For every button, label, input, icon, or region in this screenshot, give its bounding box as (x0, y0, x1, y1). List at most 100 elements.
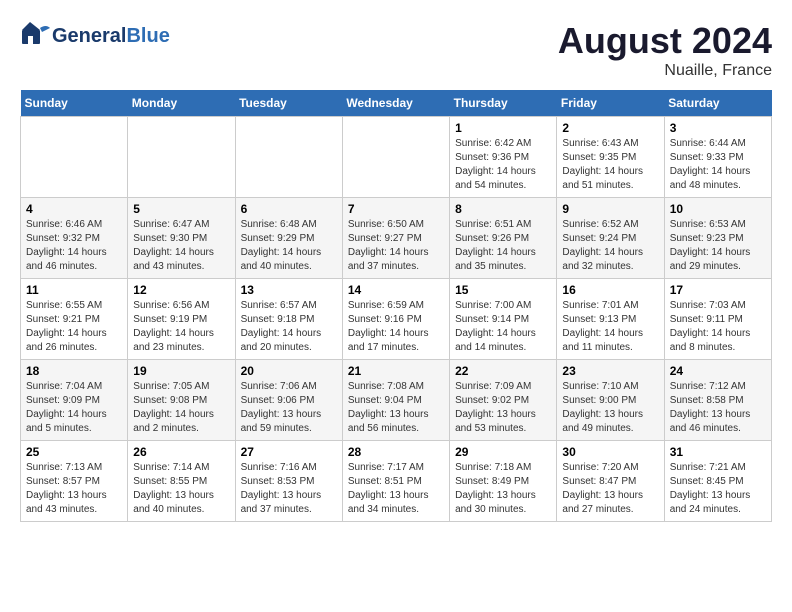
calendar-cell: 31 Sunrise: 7:21 AM Sunset: 8:45 PM Dayli… (664, 441, 771, 522)
day-info: Sunrise: 7:09 AM Sunset: 9:02 PM Dayligh… (455, 380, 551, 436)
day-info: Sunrise: 7:08 AM Sunset: 9:04 PM Dayligh… (348, 380, 444, 436)
calendar-cell: 5Sunrise: 6:47 AM Sunset: 9:30 PM Daylig… (128, 198, 235, 279)
week-row-5: 25Sunrise: 7:13 AM Sunset: 8:57 PM Dayli… (21, 441, 772, 522)
day-info: Sunrise: 7:03 AM Sunset: 9:11 PM Dayligh… (670, 299, 766, 355)
day-info: Sunrise: 7:13 AM Sunset: 8:57 PM Dayligh… (26, 461, 122, 517)
day-number: 16 (562, 283, 658, 297)
week-row-1: 1Sunrise: 6:42 AM Sunset: 9:36 PM Daylig… (21, 117, 772, 198)
day-number: 20 (241, 364, 337, 378)
logo-icon (20, 20, 52, 52)
calendar-cell: 24Sunrise: 7:12 AM Sunset: 8:58 PM Dayli… (664, 360, 771, 441)
day-info: Sunrise: 6:43 AM Sunset: 9:35 PM Dayligh… (562, 137, 658, 193)
day-info: Sunrise: 6:53 AM Sunset: 9:23 PM Dayligh… (670, 218, 766, 274)
day-info: Sunrise: 6:55 AM Sunset: 9:21 PM Dayligh… (26, 299, 122, 355)
day-info: Sunrise: 7:21 AM Sunset: 8:45 PM Dayligh… (670, 461, 766, 517)
day-number: 14 (348, 283, 444, 297)
day-number: 11 (26, 283, 122, 297)
calendar-cell: 11 Sunrise: 6:55 AM Sunset: 9:21 PM Dayli… (21, 279, 128, 360)
day-info: Sunrise: 6:52 AM Sunset: 9:24 PM Dayligh… (562, 218, 658, 274)
calendar-cell: 8Sunrise: 6:51 AM Sunset: 9:26 PM Daylig… (450, 198, 557, 279)
day-info: Sunrise: 6:46 AM Sunset: 9:32 PM Dayligh… (26, 218, 122, 274)
column-header-tuesday: Tuesday (235, 90, 342, 117)
calendar-table: SundayMondayTuesdayWednesdayThursdayFrid… (20, 90, 772, 522)
calendar-cell: 13 Sunrise: 6:57 AM Sunset: 9:18 PM Dayli… (235, 279, 342, 360)
calendar-cell: 30Sunrise: 7:20 AM Sunset: 8:47 PM Dayli… (557, 441, 664, 522)
day-info: Sunrise: 7:00 AM Sunset: 9:14 PM Dayligh… (455, 299, 551, 355)
calendar-cell: 17 Sunrise: 7:03 AM Sunset: 9:11 PM Dayli… (664, 279, 771, 360)
calendar-cell: 28 Sunrise: 7:17 AM Sunset: 8:51 PM Dayli… (342, 441, 449, 522)
header-row: SundayMondayTuesdayWednesdayThursdayFrid… (21, 90, 772, 117)
day-info: Sunrise: 6:57 AM Sunset: 9:18 PM Dayligh… (241, 299, 337, 355)
calendar-cell: 27Sunrise: 7:16 AM Sunset: 8:53 PM Dayli… (235, 441, 342, 522)
day-number: 27 (241, 445, 337, 459)
day-number: 31 (670, 445, 766, 459)
location-subtitle: Nuaille, France (558, 62, 772, 80)
calendar-cell (342, 117, 449, 198)
calendar-cell: 6 Sunrise: 6:48 AM Sunset: 9:29 PM Daylig… (235, 198, 342, 279)
day-number: 28 (348, 445, 444, 459)
day-number: 18 (26, 364, 122, 378)
calendar-cell: 22 Sunrise: 7:09 AM Sunset: 9:02 PM Dayli… (450, 360, 557, 441)
day-info: Sunrise: 6:48 AM Sunset: 9:29 PM Dayligh… (241, 218, 337, 274)
logo-blue: Blue (126, 25, 169, 47)
calendar-cell (128, 117, 235, 198)
day-number: 4 (26, 202, 122, 216)
logo-general: General (52, 25, 126, 47)
calendar-cell: 21 Sunrise: 7:08 AM Sunset: 9:04 PM Dayli… (342, 360, 449, 441)
day-number: 26 (133, 445, 229, 459)
day-number: 7 (348, 202, 444, 216)
calendar-cell: 16 Sunrise: 7:01 AM Sunset: 9:13 PM Dayli… (557, 279, 664, 360)
calendar-cell: 9 Sunrise: 6:52 AM Sunset: 9:24 PM Daylig… (557, 198, 664, 279)
calendar-cell: 25Sunrise: 7:13 AM Sunset: 8:57 PM Dayli… (21, 441, 128, 522)
day-number: 21 (348, 364, 444, 378)
day-info: Sunrise: 7:10 AM Sunset: 9:00 PM Dayligh… (562, 380, 658, 436)
day-number: 3 (670, 121, 766, 135)
day-number: 8 (455, 202, 551, 216)
day-info: Sunrise: 7:01 AM Sunset: 9:13 PM Dayligh… (562, 299, 658, 355)
column-header-monday: Monday (128, 90, 235, 117)
day-number: 23 (562, 364, 658, 378)
calendar-cell: 18 Sunrise: 7:04 AM Sunset: 9:09 PM Dayli… (21, 360, 128, 441)
day-number: 17 (670, 283, 766, 297)
calendar-cell: 10Sunrise: 6:53 AM Sunset: 9:23 PM Dayli… (664, 198, 771, 279)
calendar-cell (21, 117, 128, 198)
calendar-cell: 20 Sunrise: 7:06 AM Sunset: 9:06 PM Dayli… (235, 360, 342, 441)
column-header-thursday: Thursday (450, 90, 557, 117)
day-number: 13 (241, 283, 337, 297)
day-info: Sunrise: 7:20 AM Sunset: 8:47 PM Dayligh… (562, 461, 658, 517)
logo: GeneralBlue (20, 20, 170, 52)
day-info: Sunrise: 7:04 AM Sunset: 9:09 PM Dayligh… (26, 380, 122, 436)
day-number: 5 (133, 202, 229, 216)
day-info: Sunrise: 6:50 AM Sunset: 9:27 PM Dayligh… (348, 218, 444, 274)
day-number: 15 (455, 283, 551, 297)
calendar-cell: 23 Sunrise: 7:10 AM Sunset: 9:00 PM Dayli… (557, 360, 664, 441)
day-info: Sunrise: 7:06 AM Sunset: 9:06 PM Dayligh… (241, 380, 337, 436)
day-info: Sunrise: 6:44 AM Sunset: 9:33 PM Dayligh… (670, 137, 766, 193)
day-info: Sunrise: 7:17 AM Sunset: 8:51 PM Dayligh… (348, 461, 444, 517)
day-info: Sunrise: 6:42 AM Sunset: 9:36 PM Dayligh… (455, 137, 551, 193)
calendar-cell: 26 Sunrise: 7:14 AM Sunset: 8:55 PM Dayli… (128, 441, 235, 522)
main-title: August 2024 (558, 20, 772, 62)
column-header-sunday: Sunday (21, 90, 128, 117)
day-number: 19 (133, 364, 229, 378)
day-number: 29 (455, 445, 551, 459)
calendar-cell (235, 117, 342, 198)
title-section: August 2024 Nuaille, France (558, 20, 772, 80)
day-info: Sunrise: 7:14 AM Sunset: 8:55 PM Dayligh… (133, 461, 229, 517)
calendar-cell: 15 Sunrise: 7:00 AM Sunset: 9:14 PM Dayli… (450, 279, 557, 360)
calendar-cell: 3 Sunrise: 6:44 AM Sunset: 9:33 PM Daylig… (664, 117, 771, 198)
page-header: GeneralBlue August 2024 Nuaille, France (20, 20, 772, 80)
calendar-cell: 19Sunrise: 7:05 AM Sunset: 9:08 PM Dayli… (128, 360, 235, 441)
week-row-3: 11 Sunrise: 6:55 AM Sunset: 9:21 PM Dayli… (21, 279, 772, 360)
day-info: Sunrise: 7:12 AM Sunset: 8:58 PM Dayligh… (670, 380, 766, 436)
week-row-2: 4 Sunrise: 6:46 AM Sunset: 9:32 PM Daylig… (21, 198, 772, 279)
calendar-cell: 7 Sunrise: 6:50 AM Sunset: 9:27 PM Daylig… (342, 198, 449, 279)
day-number: 9 (562, 202, 658, 216)
calendar-cell: 2Sunrise: 6:43 AM Sunset: 9:35 PM Daylig… (557, 117, 664, 198)
column-header-saturday: Saturday (664, 90, 771, 117)
day-number: 22 (455, 364, 551, 378)
day-info: Sunrise: 7:18 AM Sunset: 8:49 PM Dayligh… (455, 461, 551, 517)
calendar-cell: 29 Sunrise: 7:18 AM Sunset: 8:49 PM Dayli… (450, 441, 557, 522)
day-number: 6 (241, 202, 337, 216)
calendar-cell: 14Sunrise: 6:59 AM Sunset: 9:16 PM Dayli… (342, 279, 449, 360)
